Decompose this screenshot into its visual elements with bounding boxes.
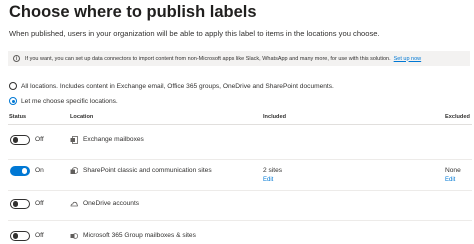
column-header-status: Status xyxy=(9,114,27,120)
sharepoint-icon xyxy=(70,166,78,174)
radio-all-locations[interactable]: All locations. Includes content in Excha… xyxy=(9,82,334,90)
radio-button[interactable] xyxy=(9,82,17,90)
included-sharepoint: 2 sites xyxy=(263,167,283,174)
info-icon: i xyxy=(13,55,20,62)
toggle-knob xyxy=(22,168,28,174)
header-divider xyxy=(8,124,472,125)
toggle-sharepoint[interactable] xyxy=(10,166,30,176)
column-header-included: Included xyxy=(263,114,286,120)
radio-button[interactable] xyxy=(9,97,17,105)
info-bar: i If you want, you can set up data conne… xyxy=(8,51,470,66)
status-exchange: Off xyxy=(35,136,44,143)
location-exchange: Exchange mailboxes xyxy=(83,136,144,143)
row-divider xyxy=(8,159,472,160)
status-groups: Off xyxy=(35,232,44,239)
included-edit-link[interactable]: Edit xyxy=(263,177,273,183)
group-icon xyxy=(70,232,78,239)
excluded-edit-link[interactable]: Edit xyxy=(445,177,455,183)
status-sharepoint: On xyxy=(35,167,44,174)
onedrive-icon xyxy=(70,201,78,206)
page-description: When published, users in your organizati… xyxy=(9,29,380,38)
page-title: Choose where to publish labels xyxy=(9,3,257,21)
toggle-knob xyxy=(12,137,18,143)
status-onedrive: Off xyxy=(35,200,44,207)
row-divider xyxy=(8,220,472,221)
toggle-knob xyxy=(12,233,18,239)
toggle-groups[interactable] xyxy=(10,231,30,241)
info-bar-text: If you want, you can set up data connect… xyxy=(25,55,391,62)
set-up-now-link[interactable]: Set up now xyxy=(394,56,422,62)
radio-label: All locations. Includes content in Excha… xyxy=(21,82,334,90)
row-divider xyxy=(8,190,472,191)
location-groups: Microsoft 365 Group mailboxes & sites xyxy=(83,232,196,239)
location-onedrive: OneDrive accounts xyxy=(83,200,140,207)
column-header-excluded: Excluded xyxy=(445,114,470,120)
toggle-onedrive[interactable] xyxy=(10,199,30,209)
excluded-sharepoint: None xyxy=(445,167,461,174)
radio-label: Let me choose specific locations. xyxy=(21,97,118,105)
column-header-location: Location xyxy=(70,114,94,120)
exchange-icon xyxy=(70,135,78,144)
radio-specific-locations[interactable]: Let me choose specific locations. xyxy=(9,97,118,105)
location-sharepoint: SharePoint classic and communication sit… xyxy=(83,167,212,174)
toggle-exchange[interactable] xyxy=(10,135,30,145)
toggle-knob xyxy=(12,201,18,207)
